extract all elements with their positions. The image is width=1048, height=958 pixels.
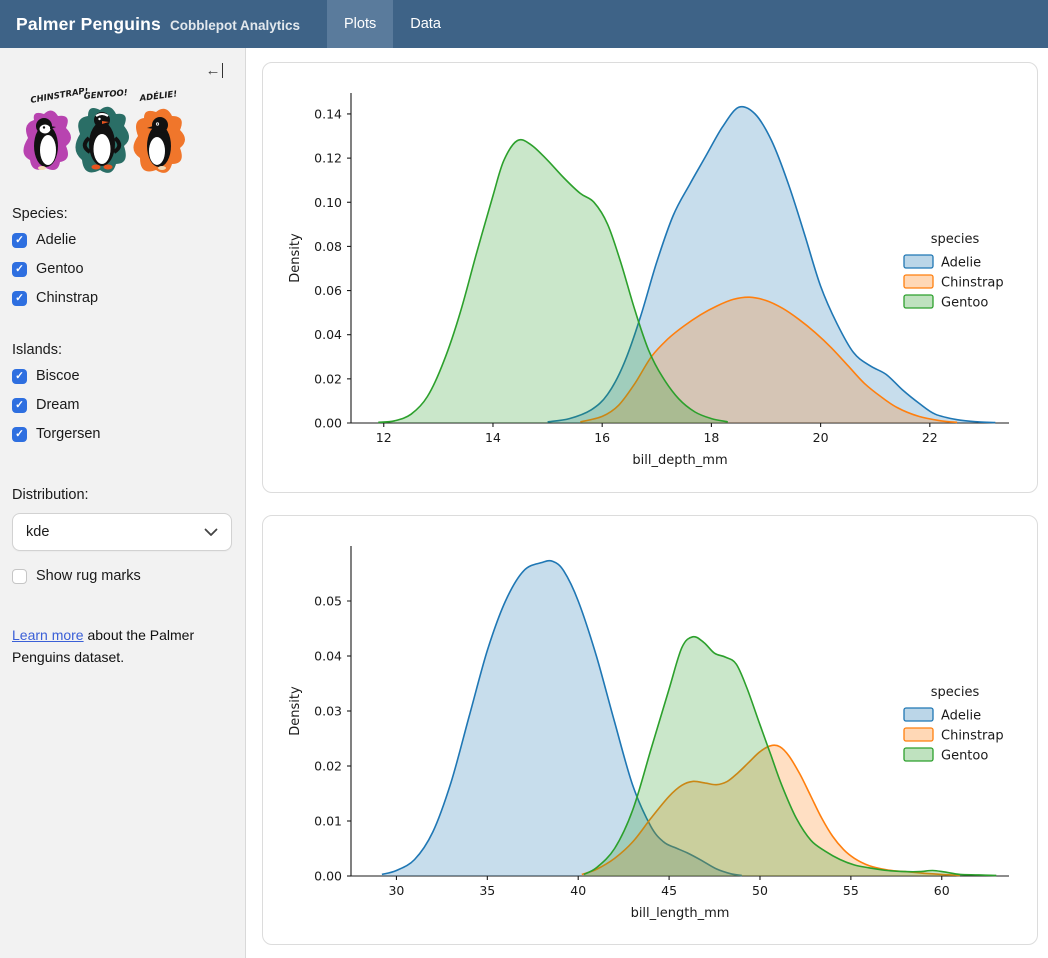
svg-text:Density: Density (288, 686, 303, 736)
svg-text:16: 16 (594, 430, 610, 445)
svg-text:55: 55 (843, 883, 859, 898)
checkbox-icon[interactable] (12, 262, 27, 277)
svg-text:0.05: 0.05 (314, 594, 342, 609)
svg-text:Adelie: Adelie (941, 256, 981, 271)
svg-text:bill_depth_mm: bill_depth_mm (632, 453, 727, 468)
chevron-down-icon (204, 528, 218, 537)
checkbox-icon[interactable] (12, 398, 27, 413)
sidebar: ← (0, 48, 246, 958)
svg-text:0.02: 0.02 (314, 371, 342, 386)
artwork-label-chinstrap: CHINSTRAP! (30, 88, 90, 106)
svg-text:bill_length_mm: bill_length_mm (631, 906, 730, 921)
checkbox-island-dream[interactable]: Dream (12, 397, 233, 413)
bill-length-density-plot: 30 35 40 45 50 55 60 0.00 0.01 0.02 0.03 0.04 0.05 bi… (263, 516, 1037, 944)
bill-length-plot-card: 30 35 40 45 50 55 60 0.00 0.01 0.02 0.03 0.04 0.05 bi… (262, 515, 1038, 945)
artwork-label-adelie: ADÉLIE! (138, 88, 178, 104)
artwork-label-gentoo: GENTOO! (83, 88, 128, 102)
islands-group-label: Islands: (12, 342, 233, 358)
svg-text:Adelie: Adelie (941, 709, 981, 724)
svg-text:0.04: 0.04 (314, 649, 342, 664)
svg-text:18: 18 (703, 430, 719, 445)
svg-text:0.06: 0.06 (314, 283, 342, 298)
svg-text:0.04: 0.04 (314, 327, 342, 342)
svg-text:0.03: 0.03 (314, 704, 342, 719)
learn-more-link[interactable]: Learn more (12, 627, 84, 643)
svg-text:12: 12 (376, 430, 392, 445)
svg-text:Gentoo: Gentoo (941, 749, 988, 764)
checkbox-species-adelie[interactable]: Adelie (12, 232, 233, 248)
species-group-label: Species: (12, 206, 233, 222)
svg-text:Chinstrap: Chinstrap (941, 276, 1004, 291)
checkbox-island-biscoe[interactable]: Biscoe (12, 368, 233, 384)
tab-data[interactable]: Data (393, 0, 458, 48)
svg-text:22: 22 (922, 430, 938, 445)
checkbox-icon[interactable] (12, 569, 27, 584)
main-content: 12 14 16 18 20 22 0.00 0.02 0.04 0.06 0.08 0.10 0.12… (246, 48, 1048, 958)
svg-text:species: species (931, 685, 980, 700)
checkbox-icon[interactable] (12, 233, 27, 248)
svg-text:0.10: 0.10 (314, 195, 342, 210)
app-title: Palmer Penguins (16, 14, 161, 35)
svg-text:Density: Density (288, 233, 303, 283)
svg-text:40: 40 (570, 883, 586, 898)
checkbox-species-gentoo[interactable]: Gentoo (12, 261, 233, 277)
tab-plots[interactable]: Plots (327, 0, 393, 48)
svg-text:14: 14 (485, 430, 501, 445)
navbar: Palmer Penguins Cobblepot Analytics Plot… (0, 0, 1048, 48)
svg-text:60: 60 (934, 883, 950, 898)
main-nav: Plots Data (327, 0, 458, 48)
svg-text:50: 50 (752, 883, 768, 898)
svg-text:Chinstrap: Chinstrap (941, 729, 1004, 744)
dataset-info-text: Learn more about the Palmer Penguins dat… (12, 624, 212, 669)
checkbox-island-torgersen[interactable]: Torgersen (12, 426, 233, 442)
distribution-label: Distribution: (12, 487, 233, 503)
svg-text:0.08: 0.08 (314, 239, 342, 254)
svg-text:0.12: 0.12 (314, 151, 342, 166)
svg-text:20: 20 (813, 430, 829, 445)
svg-text:35: 35 (479, 883, 495, 898)
checkbox-icon[interactable] (12, 291, 27, 306)
sidebar-collapse-icon[interactable]: ← (204, 60, 226, 81)
svg-text:species: species (931, 232, 980, 247)
penguin-artwork-image: CHINSTRAP! GENTOO! ADÉLIE! (14, 88, 190, 192)
svg-text:0.02: 0.02 (314, 759, 342, 774)
svg-text:0.00: 0.00 (314, 869, 342, 884)
app-subtitle: Cobblepot Analytics (170, 18, 300, 33)
svg-text:30: 30 (388, 883, 404, 898)
checkbox-show-rug-marks[interactable]: Show rug marks (12, 568, 233, 584)
svg-text:0.00: 0.00 (314, 416, 342, 431)
bill-depth-plot-card: 12 14 16 18 20 22 0.00 0.02 0.04 0.06 0.08 0.10 0.12… (262, 62, 1038, 493)
distribution-select[interactable]: kde (12, 513, 232, 551)
svg-text:45: 45 (661, 883, 677, 898)
checkbox-icon[interactable] (12, 369, 27, 384)
distribution-selected-value: kde (26, 524, 49, 540)
svg-text:Gentoo: Gentoo (941, 296, 988, 311)
svg-text:0.01: 0.01 (314, 814, 342, 829)
checkbox-species-chinstrap[interactable]: Chinstrap (12, 290, 233, 306)
svg-text:0.14: 0.14 (314, 106, 342, 121)
app-brand: Palmer Penguins Cobblepot Analytics (0, 14, 300, 35)
bill-depth-density-plot: 12 14 16 18 20 22 0.00 0.02 0.04 0.06 0.08 0.10 0.12… (263, 63, 1037, 492)
checkbox-icon[interactable] (12, 427, 27, 442)
